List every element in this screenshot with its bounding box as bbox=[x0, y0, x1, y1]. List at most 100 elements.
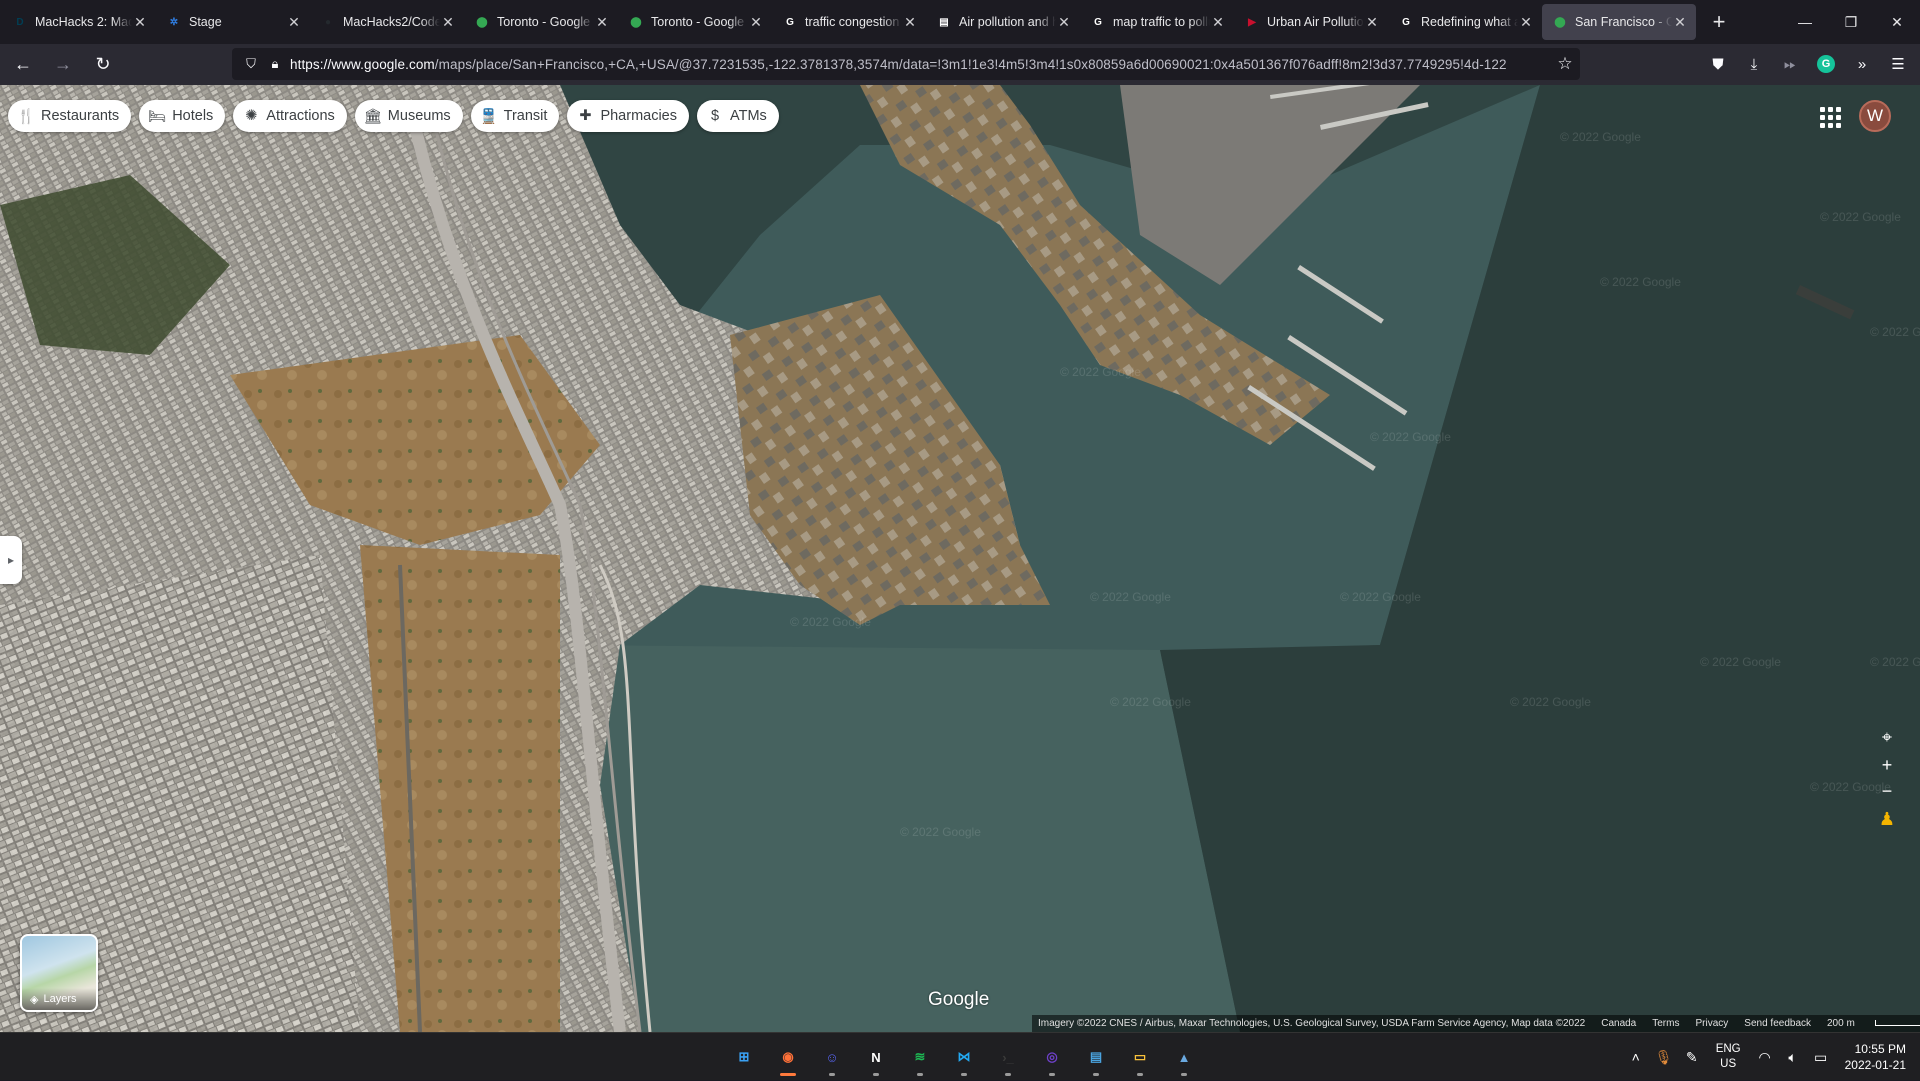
tab-title: map traffic to pollution bbox=[1113, 15, 1210, 29]
close-tab-icon[interactable]: ✕ bbox=[1672, 14, 1688, 30]
map-watermark: © 2022 Google bbox=[1560, 130, 1641, 144]
url-bar[interactable]: ⛉ 🔒︎ https://www.google.com/maps/place/S… bbox=[232, 48, 1580, 80]
link-send-feedback[interactable]: Send feedback bbox=[1744, 1018, 1811, 1029]
close-tab-icon[interactable]: ✕ bbox=[286, 14, 302, 30]
region-code: US bbox=[1720, 1058, 1737, 1070]
back-icon[interactable]: ← bbox=[6, 48, 40, 82]
chip-attractions[interactable]: ✺ Attractions bbox=[233, 100, 347, 132]
scale-bar bbox=[1874, 1020, 1920, 1026]
overflow-chevron-icon[interactable]: » bbox=[1844, 48, 1880, 80]
browser-tab[interactable]: D MacHacks 2: MacHacks✕ bbox=[2, 4, 156, 40]
close-tab-icon[interactable]: ✕ bbox=[1056, 14, 1072, 30]
window-controls: — ❐ ✕ bbox=[1782, 0, 1920, 44]
menu-hamburger-icon[interactable]: ☰ bbox=[1880, 48, 1916, 80]
minimize-icon[interactable]: — bbox=[1782, 0, 1828, 44]
browser-tab[interactable]: Gmap traffic to pollution✕ bbox=[1080, 4, 1234, 40]
bookmark-star-icon[interactable]: ☆ bbox=[1550, 54, 1580, 74]
taskbar-button[interactable]: ◉ bbox=[766, 1037, 810, 1077]
link-country[interactable]: Canada bbox=[1601, 1018, 1636, 1029]
tab-list: DMacHacks 2: MacHacks✕✲Stage✕●MacHacks2/… bbox=[0, 0, 1696, 44]
browser-tab[interactable]: ● MacHacks2/CodeMonkey✕ bbox=[310, 4, 464, 40]
github-desktop-icon: ◎ bbox=[1046, 1049, 1058, 1064]
chip-museums[interactable]: 🏛 Museums bbox=[354, 100, 463, 132]
my-location-icon[interactable]: ⌖ bbox=[1872, 722, 1902, 752]
close-tab-icon[interactable]: ✕ bbox=[1518, 14, 1534, 30]
taskbar-button[interactable]: ⊞ bbox=[722, 1037, 766, 1077]
browser-tab[interactable]: ⬤ Toronto - Google Maps✕ bbox=[464, 4, 618, 40]
running-indicator bbox=[961, 1073, 967, 1076]
chip-hotels[interactable]: 🛏 Hotels bbox=[139, 100, 226, 132]
extension-forward-icon[interactable]: ⏩︎ bbox=[1772, 48, 1808, 80]
account-avatar[interactable]: W bbox=[1859, 100, 1891, 132]
restore-icon[interactable]: ❐ bbox=[1828, 0, 1874, 44]
browser-tab[interactable]: ▤ Air pollution and health✕ bbox=[926, 4, 1080, 40]
map-watermark: © 2022 Google bbox=[1600, 275, 1681, 289]
close-tab-icon[interactable]: ✕ bbox=[440, 14, 456, 30]
taskbar-button[interactable]: ☺ bbox=[810, 1037, 854, 1077]
show-hidden-icons-chevron-icon[interactable]: ˄ bbox=[1622, 1049, 1650, 1065]
forward-icon[interactable]: → bbox=[46, 48, 80, 82]
pharmacy-icon: ✚ bbox=[579, 108, 592, 124]
volume-icon[interactable]: 🔈︎ bbox=[1779, 1049, 1807, 1066]
language-code: ENG bbox=[1715, 1043, 1741, 1055]
grammarly-icon[interactable]: G bbox=[1817, 55, 1835, 73]
taskbar-button[interactable]: ◎ bbox=[1030, 1037, 1074, 1077]
pegman-icon[interactable]: ♟ bbox=[1872, 804, 1902, 834]
browser-tab[interactable]: ⬤ San Francisco - Google Maps✕ bbox=[1542, 4, 1696, 40]
browser-tab[interactable]: G Redefining what a map✕ bbox=[1388, 4, 1542, 40]
taskbar-button[interactable]: ▲ bbox=[1162, 1037, 1206, 1077]
taskbar-button[interactable]: ▭ bbox=[1118, 1037, 1162, 1077]
browser-tab[interactable]: ▶ Urban Air Pollution ✕ bbox=[1234, 4, 1388, 40]
layers-button[interactable]: ◈ Layers bbox=[20, 934, 98, 1012]
taskbar-button[interactable]: N bbox=[854, 1037, 898, 1077]
wifi-icon[interactable]: ◠ bbox=[1751, 1049, 1779, 1066]
close-window-icon[interactable]: ✕ bbox=[1874, 0, 1920, 44]
browser-tab[interactable]: Gtraffic congestion ✕ bbox=[772, 4, 926, 40]
close-tab-icon[interactable]: ✕ bbox=[132, 14, 148, 30]
museum-icon: 🏛 bbox=[363, 108, 383, 125]
notepad-icon: ▤ bbox=[1089, 1049, 1103, 1064]
input-language[interactable]: ENG US bbox=[1716, 1042, 1741, 1072]
browser-tab[interactable]: ✲ Stage ✕ bbox=[156, 4, 310, 40]
lock-icon[interactable]: 🔒︎ bbox=[266, 55, 284, 73]
chip-atms[interactable]: $ ATMs bbox=[697, 100, 779, 132]
url-text[interactable]: https://www.google.com/maps/place/San+Fr… bbox=[290, 57, 1550, 72]
satellite-map[interactable]: 🍴 Restaurants 🛏 Hotels ✺ Attractions 🏛 Museums 🚆… bbox=[0, 85, 1920, 1032]
scale-label[interactable]: 200 m bbox=[1827, 1018, 1920, 1029]
close-tab-icon[interactable]: ✕ bbox=[1364, 14, 1380, 30]
map-watermark: © 2022 Google bbox=[1870, 655, 1920, 669]
taskbar-button[interactable]: ▤ bbox=[1074, 1037, 1118, 1077]
close-tab-icon[interactable]: ✕ bbox=[594, 14, 610, 30]
clock[interactable]: 10:55 PM 2022-01-21 bbox=[1845, 1041, 1906, 1073]
link-terms[interactable]: Terms bbox=[1652, 1018, 1679, 1029]
google-icon: G bbox=[1094, 16, 1102, 28]
link-privacy[interactable]: Privacy bbox=[1695, 1018, 1728, 1029]
battery-icon[interactable]: ▭ bbox=[1807, 1049, 1835, 1066]
chip-pharmacies[interactable]: ✚ Pharmacies bbox=[567, 100, 689, 132]
url-path: /maps/place/San+Francisco,+CA,+USA/@37.7… bbox=[434, 56, 1507, 72]
reload-icon[interactable]: ↻ bbox=[86, 48, 120, 82]
taskbar-button[interactable]: ⋈ bbox=[942, 1037, 986, 1077]
close-tab-icon[interactable]: ✕ bbox=[902, 14, 918, 30]
downloads-icon[interactable]: ⤓ bbox=[1736, 48, 1772, 80]
devpost-icon: D bbox=[16, 16, 24, 28]
chip-transit[interactable]: 🚆 Transit bbox=[470, 100, 560, 132]
taskbar-button[interactable]: ›_ bbox=[986, 1037, 1030, 1077]
map-watermark: © 2022 Google bbox=[1870, 325, 1920, 339]
running-indicator bbox=[780, 1073, 796, 1076]
close-tab-icon[interactable]: ✕ bbox=[1210, 14, 1226, 30]
pocket-icon[interactable]: ⛊ bbox=[1700, 48, 1736, 80]
new-tab-button[interactable]: + bbox=[1702, 5, 1736, 39]
pen-icon[interactable]: ✎ bbox=[1678, 1049, 1706, 1066]
browser-tab[interactable]: ⬤ Toronto - Google Maps✕ bbox=[618, 4, 772, 40]
taskbar-button[interactable]: ≋ bbox=[898, 1037, 942, 1077]
close-tab-icon[interactable]: ✕ bbox=[748, 14, 764, 30]
map-watermark: © 2022 Google bbox=[1370, 430, 1451, 444]
chip-restaurants[interactable]: 🍴 Restaurants bbox=[8, 100, 132, 132]
microphone-icon[interactable]: 🎙︎ bbox=[1650, 1049, 1678, 1066]
google-apps-icon[interactable] bbox=[1817, 104, 1843, 130]
expand-side-panel-icon[interactable]: ▸ bbox=[0, 536, 22, 584]
satellite-imagery bbox=[0, 85, 1920, 1032]
map-watermark: © 2022 Google bbox=[1090, 590, 1171, 604]
shield-icon[interactable]: ⛉ bbox=[242, 55, 260, 73]
